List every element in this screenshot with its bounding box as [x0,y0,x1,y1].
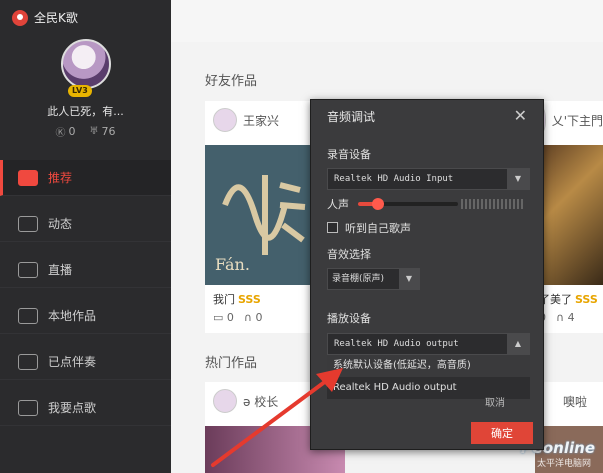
sidebar-item-label: 动态 [48,217,73,231]
app-logo-icon [12,9,28,26]
listen-count: 0 [255,311,263,324]
sidebar-item-feed[interactable]: 动态 [0,206,171,242]
comment-stat: ▭ 0 [213,311,234,324]
sidebar-item-ordered[interactable]: 已点伴奏 [0,344,171,380]
sidebar-item-label: 我要点歌 [48,401,97,415]
sidebar-item-live[interactable]: 直播 [0,252,171,288]
chevron-up-icon[interactable]: ▲ [507,334,529,354]
record-device-select[interactable]: Realtek HD Audio Input ▼ [327,168,530,190]
comment-icon: ▭ [213,311,224,324]
record-device-value: Realtek HD Audio Input [334,174,454,184]
song-title[interactable]: 我门 SSS [213,291,261,307]
card-stats: ▭ 0 ∩ 0 [213,311,262,324]
app-title-text: 全民K歌 [34,11,78,25]
level-badge: LV3 [68,85,92,97]
sidebar-item-recommend[interactable]: 推荐 [0,160,171,196]
headphones-icon: ∩ [556,311,565,324]
audio-settings-dialog: 音频调试 ✕ 录音设备 Realtek HD Audio Input ▼ 人声 … [310,99,544,450]
sidebar-item-request[interactable]: 我要点歌 [0,390,171,426]
music-list-icon [18,353,38,370]
live-video-icon [18,261,38,278]
vocal-level-meter [461,199,523,209]
hear-self-label[interactable]: 听到自己歌声 [345,220,411,236]
sidebar-nav: 推荐 动态 直播 本地作品 已点伴奏 我要点歌 [0,160,171,436]
record-device-label: 录音设备 [327,148,371,161]
listen-stat: ∩ 4 [556,311,575,324]
gifts-count: 76 [101,125,116,138]
gifts-stat[interactable]: ♅ 76 [90,124,116,139]
card-user-name[interactable]: ə 校长 [243,393,278,410]
card-user-name[interactable]: 噢啦 [563,393,587,410]
chevron-down-icon[interactable]: ▼ [507,169,529,189]
avatar[interactable] [213,108,237,132]
followers-stat[interactable]: Ⓚ 0 [56,124,76,139]
top-bar [171,0,603,42]
card-header: 乂'下主門 [535,101,603,139]
effect-label: 音效选择 [327,248,371,261]
friends-section-title: 好友作品 [205,74,258,89]
cancel-button[interactable]: 取消 [485,394,505,409]
user-stats: Ⓚ 0 ♅ 76 [0,124,171,139]
avatar[interactable] [213,389,237,413]
thumbs-up-icon [18,169,38,186]
playback-device-label: 播放设备 [327,312,371,325]
sidebar-item-label: 本地作品 [48,309,97,323]
sidebar-item-label: 直播 [48,263,73,277]
sidebar-item-label: 已点伴奏 [48,355,97,369]
playback-option[interactable]: 系统默认设备(低延迟，高音质) [327,355,530,377]
sidebar-item-local[interactable]: 本地作品 [0,298,171,334]
close-icon[interactable]: ✕ [514,108,527,124]
gift-icon: ♅ [89,126,99,137]
card-stats: 0 ∩ 4 [539,311,575,324]
microphone-icon [18,399,38,416]
vocal-label: 人声 [327,198,349,211]
friend-work-card[interactable]: 乂'下主門 了美了SSS 0 ∩ 4 [535,101,603,333]
playback-device-options: 系统默认设备(低延迟，高音质) Realtek HD Audio output [327,355,530,399]
song-name: 我门 [213,293,235,306]
app-title: 全民K歌 [12,9,78,26]
card-user-name[interactable]: 王家兴 [243,112,279,129]
slider-handle[interactable] [372,198,384,210]
card-user-name[interactable]: 乂'下主門 [552,112,603,129]
headphones-icon: ∩ [243,311,252,324]
watermark-subtitle: 太平洋电脑网 [536,459,591,469]
listen-count: 4 [567,311,575,324]
playback-device-value: Realtek HD Audio output [334,339,459,349]
chat-bubble-icon [18,215,38,232]
rating-badge: SSS [575,293,598,306]
followers-icon: Ⓚ [55,128,66,139]
hear-self-checkbox[interactable] [327,222,338,233]
user-name[interactable]: 此人已死，有... [0,103,171,119]
comment-count: 0 [226,311,234,324]
rating-badge: SSS [238,293,261,306]
cover-text: Fán. [215,255,250,274]
listen-stat: ∩ 0 [244,311,263,324]
chevron-down-icon[interactable]: ▼ [399,269,419,289]
avatar[interactable] [61,39,111,89]
playback-device-select[interactable]: Realtek HD Audio output ▲ [327,333,530,355]
effect-value: 录音棚(原声) [332,274,385,284]
effect-select[interactable]: 录音棚(原声) ▼ [327,268,420,290]
ok-button[interactable]: 确定 [471,422,533,444]
dialog-title: 音频调试 [327,109,376,124]
followers-count: 0 [68,125,76,138]
hot-section-title: 热门作品 [205,356,258,371]
vocal-volume-slider[interactable] [358,198,458,210]
card-header: 噢啦 [535,382,603,420]
monitor-icon [18,307,38,324]
sidebar-item-label: 推荐 [48,171,73,185]
song-cover[interactable] [535,145,603,285]
dialog-header: 音频调试 ✕ [311,100,543,132]
song-title[interactable]: 了美了 SSS [539,291,598,307]
sidebar: 全民K歌 LV3 此人已死，有... Ⓚ 0 ♅ 76 推荐 动态 直播 本地作品 … [0,0,171,473]
